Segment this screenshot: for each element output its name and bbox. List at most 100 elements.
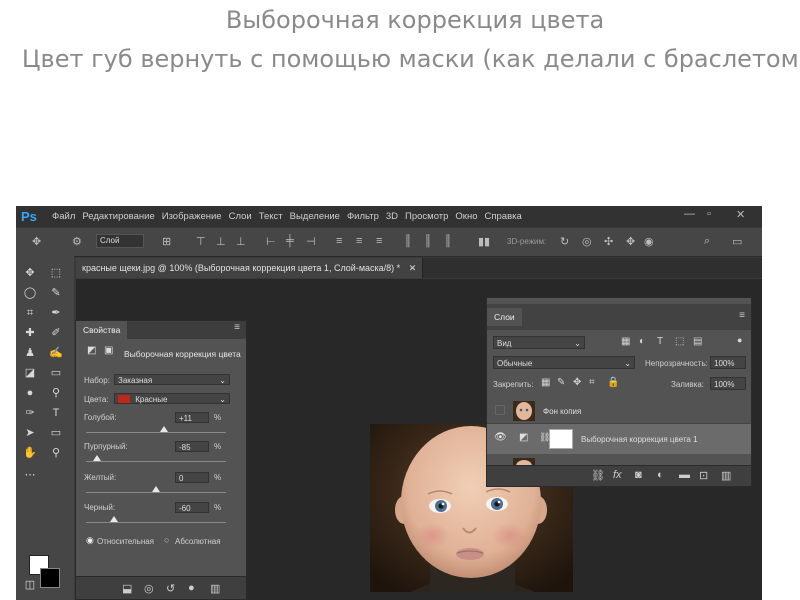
lock-position-icon[interactable]: ✥ xyxy=(573,377,581,388)
filter-toggle-icon[interactable]: ● xyxy=(737,335,742,345)
filter-shape-icon[interactable]: ⬚ xyxy=(675,336,684,347)
eraser-tool-icon[interactable]: ◪ xyxy=(22,366,38,380)
clip-to-layer-icon[interactable]: ⬓ xyxy=(122,582,132,595)
new-layer-icon[interactable]: ⊡ xyxy=(699,469,708,482)
layer-row-selected[interactable]: 👁 ◩ ⛓ Выборочная коррекция цвета 1 xyxy=(487,424,751,454)
view-previous-icon[interactable]: ◎ xyxy=(144,582,154,595)
filter-pixel-icon[interactable]: ▦ xyxy=(621,336,630,347)
distribute-bottom-icon[interactable]: ≡ xyxy=(376,235,382,247)
3d-slide-icon[interactable]: ✥ xyxy=(626,235,635,248)
eye-icon[interactable]: 👁 xyxy=(494,432,507,443)
menu-item[interactable]: 3D xyxy=(386,211,398,222)
menu-item[interactable]: Файл xyxy=(52,211,75,222)
align-top-icon[interactable]: ⊤ xyxy=(196,235,206,248)
panel-menu-icon[interactable]: ≡ xyxy=(234,322,240,333)
magenta-slider-track[interactable] xyxy=(86,461,226,462)
layer-mask-thumbnail[interactable] xyxy=(549,429,573,449)
filter-adjustment-icon[interactable]: ◐ xyxy=(639,336,645,347)
delete-layer-icon[interactable]: ▥ xyxy=(721,469,731,482)
radio-relative-icon[interactable]: ◉ xyxy=(86,535,94,546)
fill-input[interactable]: 100% xyxy=(710,377,746,390)
yellow-value-input[interactable]: 0 xyxy=(175,472,209,483)
auto-align-icon[interactable]: ▮▮ xyxy=(478,235,490,248)
3d-rotate-icon[interactable]: ↻ xyxy=(560,235,569,248)
workspace-icon[interactable]: ▭ xyxy=(732,235,742,248)
radio-absolute-icon[interactable]: ○ xyxy=(164,535,169,545)
background-color-swatch[interactable] xyxy=(40,568,60,588)
preset-select[interactable]: Заказная ⌄ xyxy=(114,374,230,385)
dodge-tool-icon[interactable]: ⚲ xyxy=(48,386,64,400)
align-middle-icon[interactable]: ⊥ xyxy=(216,235,226,248)
layer-filter-select[interactable]: Вид ⌄ xyxy=(493,336,585,349)
lock-all-icon[interactable]: 🔒 xyxy=(607,377,619,388)
tab-properties[interactable]: Свойства xyxy=(76,321,128,339)
3d-roll-icon[interactable]: ◎ xyxy=(582,235,592,248)
shape-tool-icon[interactable]: ▭ xyxy=(48,426,64,440)
black-slider-track[interactable] xyxy=(86,522,226,523)
search-icon[interactable]: ⌕ xyxy=(704,235,710,248)
distribute-middle-icon[interactable]: ≡ xyxy=(356,235,362,247)
distribute-top-icon[interactable]: ≡ xyxy=(336,235,342,247)
menu-item[interactable]: Окно xyxy=(455,211,477,222)
menu-item[interactable]: Выделение xyxy=(290,211,340,222)
yellow-slider-track[interactable] xyxy=(86,492,226,493)
zoom-tool-icon[interactable]: ⚲ xyxy=(48,446,64,460)
distribute-center-icon[interactable]: ║ xyxy=(424,235,432,247)
magenta-slider-thumb[interactable] xyxy=(92,455,101,461)
visibility-off-box[interactable] xyxy=(495,405,505,415)
marquee-tool-icon[interactable]: ⬚ xyxy=(48,266,64,280)
crop-tool-icon[interactable]: ⌗ xyxy=(22,306,38,320)
hand-tool-icon[interactable]: ✋ xyxy=(22,446,38,460)
move-tool-icon[interactable]: ✥ xyxy=(32,235,41,248)
cyan-slider-thumb[interactable] xyxy=(159,426,168,432)
new-adjustment-icon[interactable]: ◐ xyxy=(657,469,664,481)
restore-button[interactable]: ▫ xyxy=(707,208,711,220)
history-brush-icon[interactable]: ✍ xyxy=(48,346,64,360)
filter-smart-icon[interactable]: ▤ xyxy=(693,336,702,347)
quick-select-tool-icon[interactable]: ✎ xyxy=(48,286,64,300)
filter-type-icon[interactable]: T xyxy=(657,336,663,347)
black-slider-thumb[interactable] xyxy=(110,516,118,522)
lock-brush-icon[interactable]: ✎ xyxy=(557,377,565,388)
panel-menu-icon[interactable]: ≡ xyxy=(739,310,745,321)
visibility-icon[interactable]: ● xyxy=(188,582,195,594)
menu-item[interactable]: Слои xyxy=(229,211,252,222)
path-select-icon[interactable]: ➤ xyxy=(22,426,38,440)
layer-row[interactable]: Фон копия xyxy=(487,399,751,424)
align-center-icon[interactable]: ╪ xyxy=(286,235,294,247)
yellow-slider-thumb[interactable] xyxy=(152,486,160,492)
blend-mode-select[interactable]: Обычные ⌄ xyxy=(493,356,635,369)
opacity-input[interactable]: 100% xyxy=(710,356,746,369)
menu-item[interactable]: Просмотр xyxy=(405,211,448,222)
add-mask-icon[interactable]: ◙ xyxy=(635,469,642,481)
type-tool-icon[interactable]: T xyxy=(48,406,64,420)
layer-select[interactable]: Слой xyxy=(96,234,144,248)
close-window-button[interactable]: ✕ xyxy=(736,208,745,221)
pen-tool-icon[interactable]: ✑ xyxy=(22,406,38,420)
menu-item[interactable]: Текст xyxy=(259,211,283,222)
distribute-right-icon[interactable]: ║ xyxy=(444,235,452,247)
mask-icon[interactable]: ▣ xyxy=(104,345,113,356)
magenta-value-input[interactable]: -85 xyxy=(175,441,209,452)
fx-icon[interactable]: fx xyxy=(613,469,622,481)
more-tools-icon[interactable]: ⋯ xyxy=(22,468,38,482)
close-doc-icon[interactable]: ✕ xyxy=(409,263,417,273)
lock-pixels-icon[interactable]: ▦ xyxy=(541,377,550,388)
black-value-input[interactable]: -60 xyxy=(175,502,209,513)
blur-tool-icon[interactable]: ● xyxy=(22,386,38,400)
transform-controls-icon[interactable]: ⊞ xyxy=(162,235,171,248)
lock-artboard-icon[interactable]: ⌗ xyxy=(589,377,595,388)
colors-select[interactable]: Красные ⌄ xyxy=(114,393,230,404)
healing-tool-icon[interactable]: ✚ xyxy=(22,326,38,340)
cyan-value-input[interactable]: +11 xyxy=(175,412,209,423)
stamp-tool-icon[interactable]: ♟ xyxy=(22,346,38,360)
gradient-tool-icon[interactable]: ▭ xyxy=(48,366,64,380)
cyan-slider-track[interactable] xyxy=(86,432,226,433)
align-bottom-icon[interactable]: ⊥ xyxy=(236,235,246,248)
eyedropper-tool-icon[interactable]: ✒ xyxy=(48,306,64,320)
lasso-tool-icon[interactable]: ◯ xyxy=(22,286,38,300)
menu-item[interactable]: Изображение xyxy=(162,211,222,222)
menu-item[interactable]: Фильтр xyxy=(347,211,379,222)
move-tool-icon[interactable]: ✥ xyxy=(22,266,38,280)
menu-item[interactable]: Справка xyxy=(485,211,522,222)
